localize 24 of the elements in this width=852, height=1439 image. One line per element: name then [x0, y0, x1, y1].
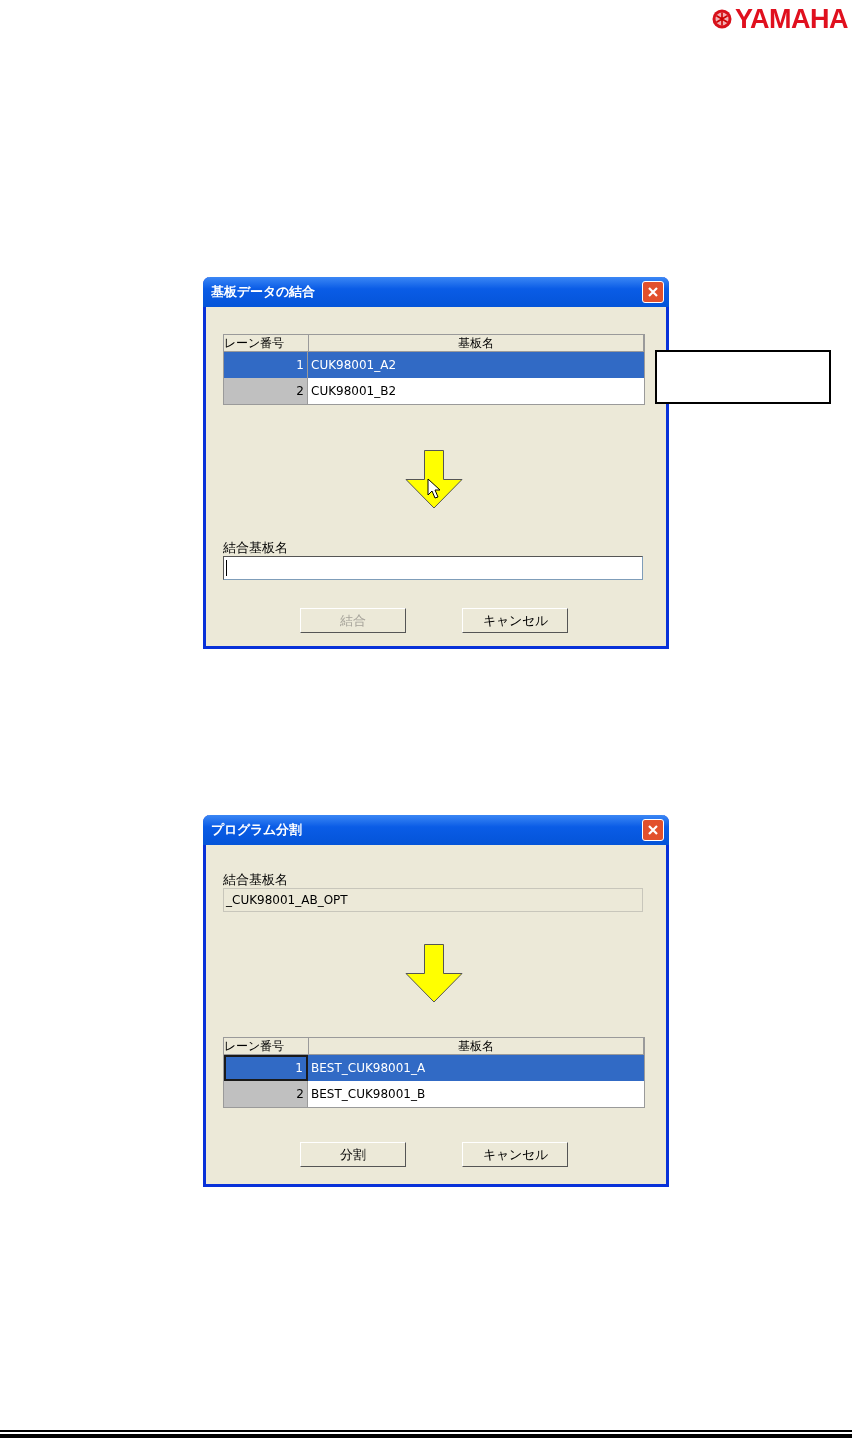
row-number-cell[interactable]: 2 — [224, 1081, 308, 1107]
dialog-button[interactable]: 分割 — [300, 1142, 406, 1167]
text-field[interactable] — [223, 556, 643, 580]
table-cell[interactable]: CUK98001_A2 — [308, 352, 644, 378]
table-cell[interactable]: BEST_CUK98001_A — [308, 1055, 644, 1081]
field-label: 結合基板名 — [223, 540, 289, 556]
window-title: プログラム分割 — [211, 821, 302, 839]
dialog-button[interactable]: キャンセル — [462, 1142, 568, 1167]
row-number-cell[interactable]: 1 — [224, 352, 308, 378]
field-label: 結合基板名 — [223, 872, 289, 888]
column-header[interactable]: レーン番号 — [224, 1038, 309, 1055]
column-header[interactable]: レーン番号 — [224, 335, 309, 352]
close-button[interactable] — [642, 819, 664, 841]
row-number-cell[interactable]: 1 — [224, 1055, 308, 1081]
column-header[interactable]: 基板名 — [309, 1038, 644, 1055]
dialog-button[interactable]: キャンセル — [462, 608, 568, 633]
window-title: 基板データの結合 — [211, 283, 315, 301]
emblem-icon — [712, 9, 732, 29]
column-header[interactable]: 基板名 — [309, 335, 644, 352]
close-button[interactable] — [642, 281, 664, 303]
logo-text: YAMAHA — [735, 5, 848, 33]
row-number-cell[interactable]: 2 — [224, 378, 308, 404]
text-field[interactable]: _CUK98001_AB_OPT — [223, 888, 643, 912]
mouse-pointer-icon — [427, 478, 441, 499]
